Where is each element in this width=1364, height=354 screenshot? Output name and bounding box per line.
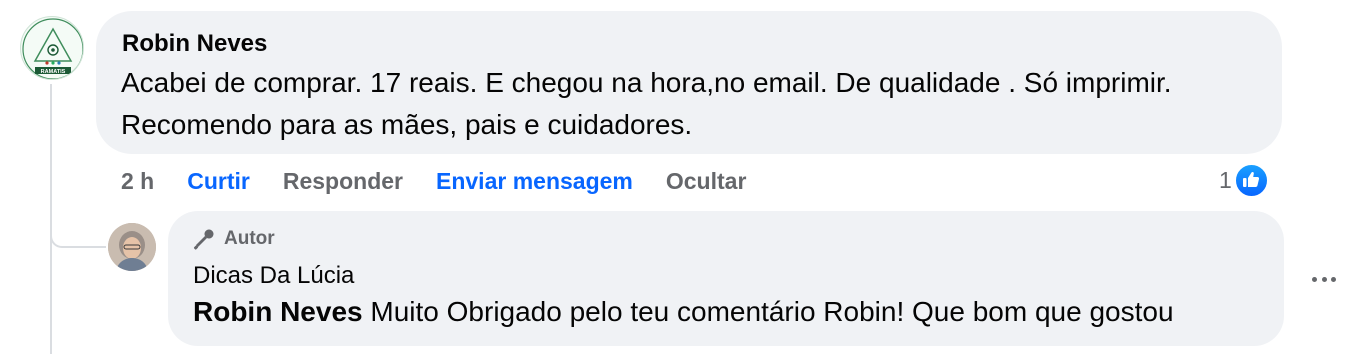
avatar-logo-text: RAMATIS — [41, 69, 66, 75]
profile-logo-icon: RAMATIS — [22, 18, 83, 79]
reply-connector — [50, 200, 106, 248]
comment-time[interactable]: 2 h — [121, 168, 154, 195]
send-message-button[interactable]: Enviar mensagem — [436, 168, 633, 195]
comment-text: Acabei de comprar. 17 reais. E chegou na… — [121, 67, 1172, 140]
hide-button[interactable]: Ocultar — [666, 168, 747, 195]
author-badge: Autor — [192, 227, 275, 251]
reaction-count: 1 — [1219, 166, 1232, 193]
reply-author[interactable]: Dicas Da Lúcia — [193, 262, 354, 290]
avatar[interactable] — [108, 223, 156, 271]
author-badge-label: Autor — [224, 228, 275, 249]
comment-actions: 2 h Curtir Responder Enviar mensagem Ocu… — [121, 166, 779, 196]
avatar[interactable]: RAMATIS — [20, 16, 84, 80]
profile-photo-icon — [108, 223, 156, 271]
mention-link[interactable]: Robin Neves — [193, 296, 363, 327]
thumbs-up-icon — [1233, 162, 1269, 198]
more-options-icon[interactable] — [1308, 265, 1340, 293]
like-button[interactable]: Curtir — [187, 168, 250, 195]
reply-text: Robin Neves Muito Obrigado pelo teu come… — [193, 292, 1174, 332]
reply-button[interactable]: Responder — [283, 168, 403, 195]
reply-message: Muito Obrigado pelo teu comentário Robin… — [362, 296, 1174, 327]
comment-author[interactable]: Robin Neves — [122, 30, 267, 58]
reaction-summary[interactable]: 1 — [1219, 162, 1269, 198]
microphone-icon — [193, 229, 214, 250]
